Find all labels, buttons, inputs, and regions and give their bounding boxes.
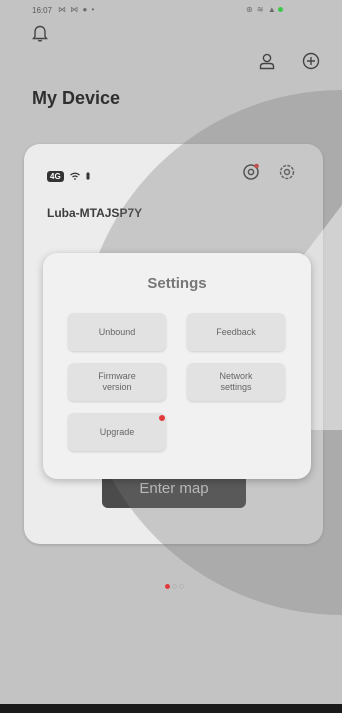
status-notification-icons: ⋈ ⋈ ● • — [58, 5, 96, 14]
device-status-row: 4G — [47, 167, 90, 185]
status-bar: 16:07 ⋈ ⋈ ● • ⊛ ≋ ▲ — [0, 0, 342, 22]
network-settings-button[interactable]: Network settings — [187, 363, 285, 401]
upgrade-button[interactable]: Upgrade — [68, 413, 166, 451]
pager-dot-3[interactable] — [179, 584, 184, 589]
firmware-label-line2: version — [102, 382, 132, 392]
app-screen: 16:07 ⋈ ⋈ ● • ⊛ ≋ ▲ My Device 4G Luba-MT… — [0, 0, 342, 713]
firmware-version-button[interactable]: Firmware version — [68, 363, 166, 401]
upgrade-button-label: Upgrade — [99, 426, 135, 437]
system-navigation-bar — [0, 704, 342, 713]
device-card-actions — [242, 163, 296, 186]
bell-icon[interactable] — [30, 24, 50, 44]
device-name: Luba-MTAJSP7Y — [47, 206, 143, 220]
add-device-icon[interactable] — [300, 50, 322, 72]
battery-level-icon — [86, 167, 90, 185]
network-label-line2: settings — [220, 382, 252, 392]
unbound-button[interactable]: Unbound — [68, 313, 166, 351]
settings-popup: Settings Unbound Feedback Firmware versi… — [43, 253, 311, 479]
device-pager[interactable] — [165, 584, 184, 589]
pager-dot-2[interactable] — [172, 584, 177, 589]
unbound-button-label: Unbound — [98, 326, 136, 337]
battery-icon — [277, 7, 283, 13]
status-signal-icons: ⊛ ≋ ▲ — [246, 5, 277, 14]
pager-dot-1[interactable] — [165, 584, 170, 589]
feedback-button-label: Feedback — [216, 326, 256, 337]
gear-icon[interactable] — [278, 163, 296, 186]
status-time: 16:07 — [32, 6, 53, 15]
network-label-line1: Network — [219, 371, 253, 381]
wifi-icon — [69, 167, 80, 185]
firmware-label-line1: Firmware — [98, 371, 136, 381]
network-badge: 4G — [47, 170, 64, 182]
feedback-button[interactable]: Feedback — [187, 313, 285, 351]
settings-title: Settings — [147, 275, 207, 292]
page-title: My Device — [32, 88, 121, 108]
network-settings-label: Network settings — [219, 371, 252, 393]
firmware-version-label: Firmware version — [98, 371, 136, 393]
camera-icon[interactable] — [242, 163, 260, 186]
user-icon[interactable] — [256, 50, 278, 72]
status-system-icons: ⊛ ≋ ▲ — [246, 5, 283, 14]
upgrade-notification-badge — [159, 415, 165, 421]
